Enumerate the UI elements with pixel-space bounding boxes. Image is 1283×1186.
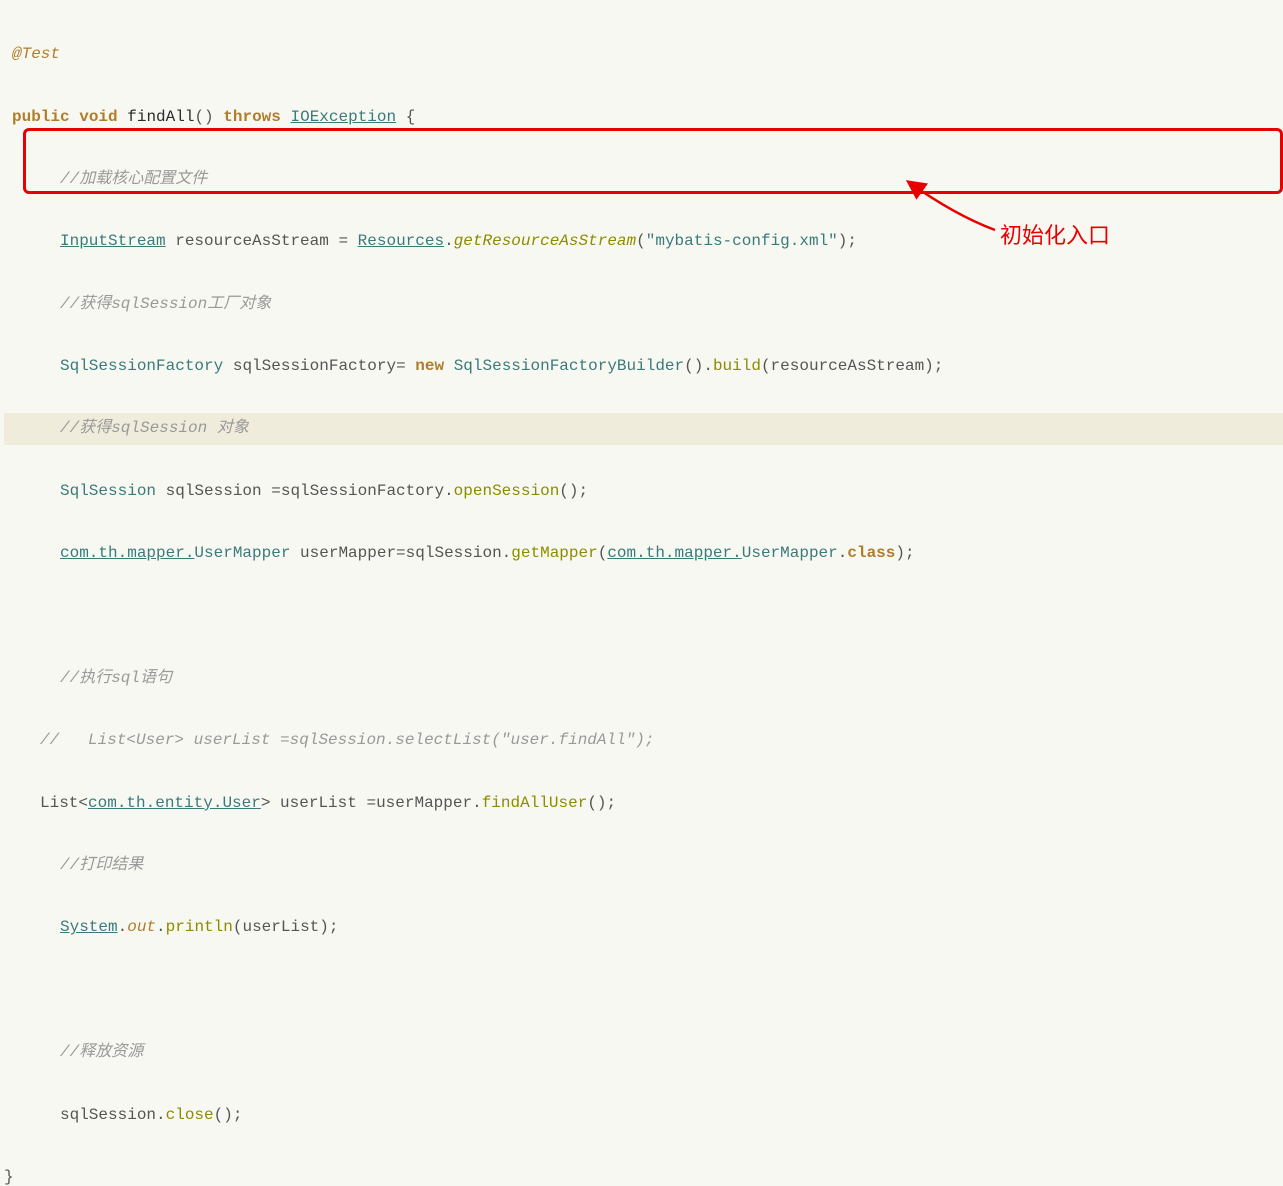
method-call: getMapper [511,544,597,562]
comment: //获得sqlSession工厂对象 [60,295,271,313]
code-line: SqlSessionFactory sqlSessionFactory= new… [4,351,1283,382]
type-token: InputStream [60,232,166,250]
code-block: @Test public void findAll() throws IOExc… [0,0,1283,1186]
string-token: "mybatis-config.xml" [646,232,838,250]
code-line-blank [4,601,1283,632]
code-line: System.out.println(userList); [4,912,1283,943]
annotation-token: @Test [12,45,60,63]
class-token: SqlSessionFactoryBuilder [454,357,684,375]
keyword-token: class [847,544,895,562]
method-call: findAllUser [482,794,588,812]
field-token: out [127,918,156,936]
package-token: com.th.mapper. [607,544,741,562]
package-token: com.th.entity.User [88,794,261,812]
class-token: UserMapper [194,544,290,562]
var-token: sqlSession =sqlSessionFactory. [156,482,454,500]
class-token: UserMapper [742,544,838,562]
keyword-token: new [415,357,444,375]
keyword-token: throws [223,108,281,126]
method-name: findAll [127,108,194,126]
punct: . [444,232,454,250]
code-line: List<com.th.entity.User> userList =userM… [4,788,1283,819]
code-line: } [4,1162,1283,1186]
punct: (); [214,1106,243,1124]
punct: (); [559,482,588,500]
punct: . [156,918,166,936]
keyword-token: void [79,108,117,126]
type-token: SqlSession [60,482,156,500]
comment: //释放资源 [60,1043,143,1061]
code-line: SqlSession sqlSession =sqlSessionFactory… [4,476,1283,507]
method-call: getResourceAsStream [454,232,636,250]
code-line: public void findAll() throws IOException… [4,102,1283,133]
var-token: resourceAsStream = [166,232,358,250]
type-token: IOException [290,108,396,126]
comment: //加载核心配置文件 [60,170,207,188]
var-token: > userList =userMapper. [261,794,482,812]
var-token: sqlSession. [60,1106,166,1124]
comment: //获得sqlSession 对象 [60,419,249,437]
punct: (userList); [233,918,339,936]
punct: ); [838,232,857,250]
brace: { [396,108,415,126]
code-line-highlighted: //获得sqlSession 对象 [4,413,1283,444]
punct: ); [895,544,914,562]
punct: ( [598,544,608,562]
code-line: //释放资源 [4,1037,1283,1068]
method-call: openSession [454,482,560,500]
code-line: // List<User> userList =sqlSession.selec… [4,725,1283,756]
brace: } [4,1168,14,1186]
comment: //执行sql语句 [60,669,172,687]
punct: ( [636,232,646,250]
code-line: sqlSession.close(); [4,1100,1283,1131]
code-line: @Test [4,39,1283,70]
package-token: com.th.mapper. [60,544,194,562]
var-token: userMapper=sqlSession. [290,544,511,562]
punct: () [194,108,213,126]
var-token: sqlSessionFactory= [223,357,415,375]
code-line: //加载核心配置文件 [4,164,1283,195]
method-call: println [166,918,233,936]
punct: (). [684,357,713,375]
code-line: com.th.mapper.UserMapper userMapper=sqlS… [4,538,1283,569]
punct: (resourceAsStream); [761,357,943,375]
code-line: //打印结果 [4,850,1283,881]
blank [4,607,14,625]
code-line: //执行sql语句 [4,663,1283,694]
var-token: List< [40,794,88,812]
punct: (); [587,794,616,812]
class-token: Resources [358,232,444,250]
punct: . [838,544,848,562]
space [444,357,454,375]
type-token: SqlSessionFactory [60,357,223,375]
method-call: close [166,1106,214,1124]
class-token: System [60,918,118,936]
comment: //打印结果 [60,856,143,874]
code-line-blank [4,975,1283,1006]
comment: // List<User> userList =sqlSession.selec… [40,731,655,749]
code-line: //获得sqlSession工厂对象 [4,289,1283,320]
keyword-token: public [12,108,70,126]
method-call: build [713,357,761,375]
punct: . [118,918,128,936]
annotation-label: 初始化入口 [1000,215,1110,258]
blank [4,981,14,999]
